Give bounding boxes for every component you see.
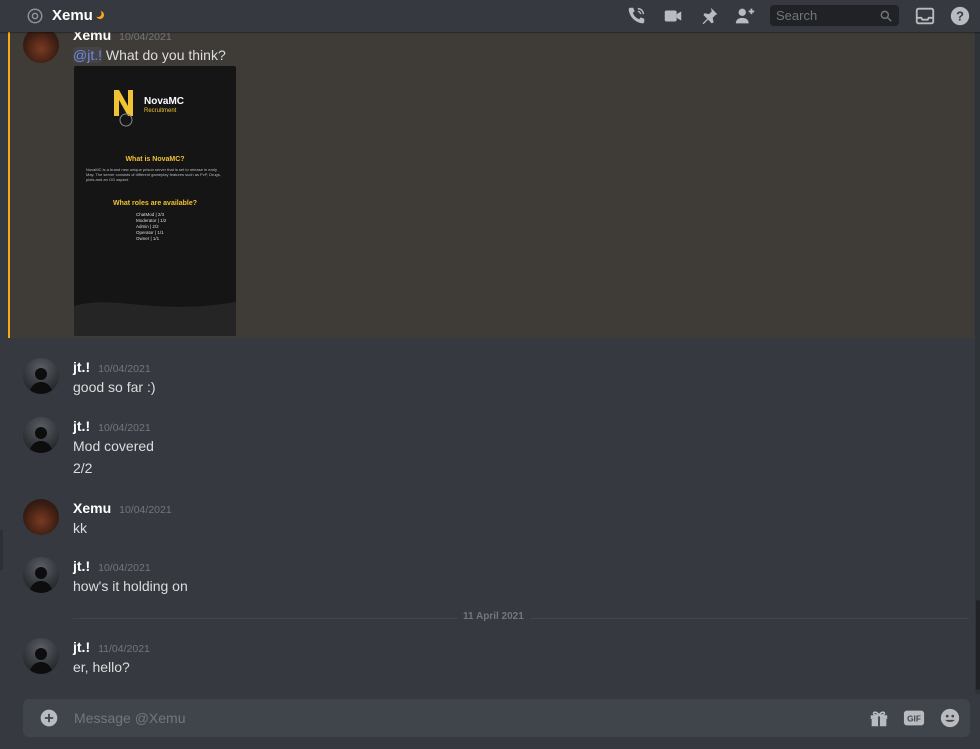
channel-name: Xemu: [52, 7, 93, 24]
svg-text:?: ?: [956, 9, 964, 24]
message-text: how's it holding on: [73, 578, 188, 594]
at-icon: [27, 8, 43, 24]
scrollbar-thumb[interactable]: [976, 600, 980, 690]
search-placeholder: Search: [776, 8, 818, 23]
message-author[interactable]: jt.! 10/04/2021: [73, 359, 151, 375]
message-timestamp: 10/04/2021: [119, 504, 172, 516]
avatar[interactable]: [23, 557, 59, 593]
image-attachment[interactable]: NovaMC Recruitment What is NovaMC? NovaM…: [74, 66, 236, 336]
left-edge: [0, 530, 3, 570]
author-name[interactable]: Xemu: [73, 500, 111, 516]
avatar[interactable]: [23, 417, 59, 453]
message-author[interactable]: jt.! 10/04/2021: [73, 558, 151, 574]
user-mention[interactable]: @jt.!: [73, 47, 102, 63]
attachment-brand-sub: Recruitment: [144, 108, 177, 114]
avatar[interactable]: [23, 638, 59, 674]
message-input[interactable]: Message @Xemu: [74, 710, 185, 726]
moon-icon: [95, 10, 104, 19]
attachment-heading: What roles are available?: [112, 200, 198, 207]
gif-icon[interactable]: GIF: [903, 707, 925, 729]
search-input[interactable]: Search: [770, 5, 899, 26]
attachment-footer-wave: [74, 302, 236, 336]
message-timestamp: 11/04/2021: [98, 643, 150, 655]
message-timestamp: 10/04/2021: [98, 422, 151, 434]
avatar[interactable]: [23, 499, 59, 535]
message-text: What do you think?: [102, 47, 226, 63]
plus-icon[interactable]: [39, 708, 59, 728]
novamc-logo: [114, 90, 133, 127]
add-friend-icon[interactable]: [734, 5, 756, 27]
attachment-heading: What is NovaMC?: [125, 156, 185, 163]
author-name[interactable]: jt.!: [73, 639, 90, 655]
message-content: @jt.! What do you think?: [73, 47, 226, 63]
avatar[interactable]: [23, 27, 59, 63]
message-author[interactable]: jt.! 10/04/2021: [73, 418, 151, 434]
message-author[interactable]: jt.! 11/04/2021: [73, 639, 150, 655]
emoji-icon[interactable]: [939, 707, 961, 729]
attachment-roles: ChatMod | 2/3 Moderator | 1/2 Admin | 2/…: [136, 212, 166, 242]
pin-icon[interactable]: [698, 5, 720, 27]
channel-header: Xemu Search ?: [0, 0, 980, 32]
call-icon[interactable]: [625, 5, 647, 27]
avatar[interactable]: [23, 358, 59, 394]
gift-icon[interactable]: [868, 707, 890, 729]
help-icon[interactable]: ?: [949, 5, 971, 27]
author-name[interactable]: jt.!: [73, 359, 90, 375]
message-text: 2/2: [73, 460, 93, 476]
message-text: er, hello?: [73, 659, 130, 675]
message-text: good so far :): [73, 379, 156, 395]
message-text: kk: [73, 520, 87, 536]
role-item: Owner | 1/1: [136, 236, 160, 241]
search-icon: [880, 10, 892, 22]
inbox-icon[interactable]: [914, 5, 936, 27]
message-timestamp: 10/04/2021: [119, 31, 172, 43]
message-author[interactable]: Xemu 10/04/2021: [73, 500, 172, 516]
video-icon[interactable]: [662, 5, 684, 27]
author-name[interactable]: jt.!: [73, 558, 90, 574]
message-text: Mod covered: [73, 438, 154, 454]
attachment-brand: NovaMC: [144, 96, 185, 107]
message-timestamp: 10/04/2021: [98, 562, 151, 574]
message-timestamp: 10/04/2021: [98, 363, 151, 375]
date-divider-label: 11 April 2021: [457, 611, 530, 622]
author-name[interactable]: jt.!: [73, 418, 90, 434]
message-composer[interactable]: Message @Xemu GIF: [23, 699, 970, 737]
attachment-paragraph: NovaMC is a brand new unique prison serv…: [86, 167, 221, 182]
scrollbar-track[interactable]: [975, 32, 980, 694]
svg-text:GIF: GIF: [907, 715, 921, 724]
